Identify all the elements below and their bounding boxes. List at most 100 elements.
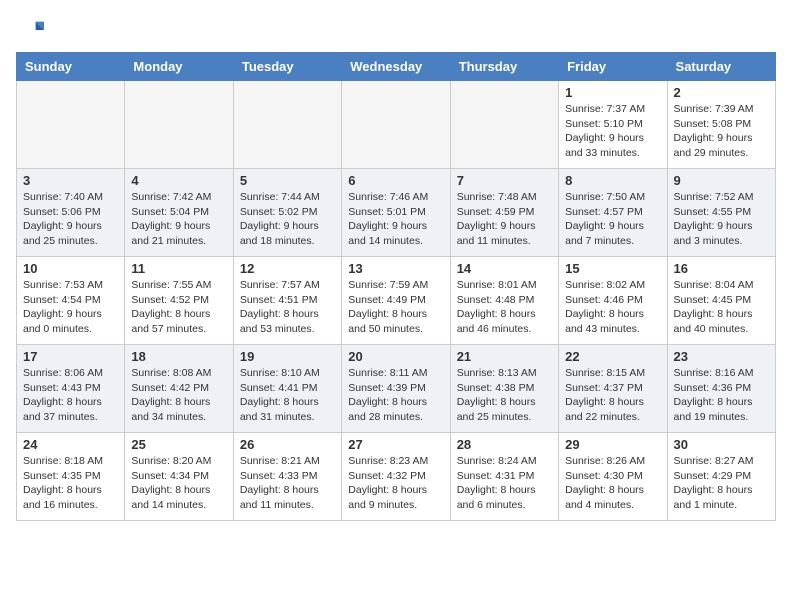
day-number: 18 — [131, 349, 226, 364]
calendar-cell: 24 Sunrise: 8:18 AM Sunset: 4:35 PM Dayli… — [17, 433, 125, 521]
day-info: Sunrise: 8:24 AM Sunset: 4:31 PM Dayligh… — [457, 454, 552, 513]
day-number: 7 — [457, 173, 552, 188]
calendar-cell: 8 Sunrise: 7:50 AM Sunset: 4:57 PM Daylig… — [559, 169, 667, 257]
calendar-cell: 29 Sunrise: 8:26 AM Sunset: 4:30 PM Dayli… — [559, 433, 667, 521]
calendar-cell — [233, 81, 341, 169]
calendar-cell: 22 Sunrise: 8:15 AM Sunset: 4:37 PM Dayli… — [559, 345, 667, 433]
calendar-cell: 12 Sunrise: 7:57 AM Sunset: 4:51 PM Dayli… — [233, 257, 341, 345]
day-info: Sunrise: 8:18 AM Sunset: 4:35 PM Dayligh… — [23, 454, 118, 513]
day-info: Sunrise: 7:40 AM Sunset: 5:06 PM Dayligh… — [23, 190, 118, 249]
day-number: 24 — [23, 437, 118, 452]
day-number: 3 — [23, 173, 118, 188]
weekday-header-friday: Friday — [559, 53, 667, 81]
day-number: 25 — [131, 437, 226, 452]
day-number: 15 — [565, 261, 660, 276]
day-info: Sunrise: 8:21 AM Sunset: 4:33 PM Dayligh… — [240, 454, 335, 513]
day-number: 28 — [457, 437, 552, 452]
day-info: Sunrise: 8:26 AM Sunset: 4:30 PM Dayligh… — [565, 454, 660, 513]
day-info: Sunrise: 7:48 AM Sunset: 4:59 PM Dayligh… — [457, 190, 552, 249]
calendar-cell: 30Sunrise: 8:27 AM Sunset: 4:29 PM Dayli… — [667, 433, 775, 521]
calendar-cell — [17, 81, 125, 169]
calendar-cell: 20 Sunrise: 8:11 AM Sunset: 4:39 PM Dayli… — [342, 345, 450, 433]
day-info: Sunrise: 8:16 AM Sunset: 4:36 PM Dayligh… — [674, 366, 769, 425]
calendar-cell: 18Sunrise: 8:08 AM Sunset: 4:42 PM Dayli… — [125, 345, 233, 433]
logo — [16, 16, 48, 44]
day-info: Sunrise: 8:23 AM Sunset: 4:32 PM Dayligh… — [348, 454, 443, 513]
day-info: Sunrise: 8:13 AM Sunset: 4:38 PM Dayligh… — [457, 366, 552, 425]
logo-icon — [16, 16, 44, 44]
calendar-cell: 15 Sunrise: 8:02 AM Sunset: 4:46 PM Dayli… — [559, 257, 667, 345]
day-number: 17 — [23, 349, 118, 364]
day-info: Sunrise: 8:06 AM Sunset: 4:43 PM Dayligh… — [23, 366, 118, 425]
day-number: 12 — [240, 261, 335, 276]
day-number: 19 — [240, 349, 335, 364]
day-number: 8 — [565, 173, 660, 188]
calendar-cell: 9Sunrise: 7:52 AM Sunset: 4:55 PM Daylig… — [667, 169, 775, 257]
calendar-cell — [342, 81, 450, 169]
calendar-cell: 17 Sunrise: 8:06 AM Sunset: 4:43 PM Dayli… — [17, 345, 125, 433]
day-info: Sunrise: 7:37 AM Sunset: 5:10 PM Dayligh… — [565, 102, 660, 161]
calendar-cell: 16 Sunrise: 8:04 AM Sunset: 4:45 PM Dayli… — [667, 257, 775, 345]
calendar-cell: 27 Sunrise: 8:23 AM Sunset: 4:32 PM Dayli… — [342, 433, 450, 521]
calendar-cell — [125, 81, 233, 169]
day-number: 5 — [240, 173, 335, 188]
day-number: 6 — [348, 173, 443, 188]
day-number: 14 — [457, 261, 552, 276]
day-info: Sunrise: 7:55 AM Sunset: 4:52 PM Dayligh… — [131, 278, 226, 337]
day-info: Sunrise: 8:15 AM Sunset: 4:37 PM Dayligh… — [565, 366, 660, 425]
calendar-cell: 25 Sunrise: 8:20 AM Sunset: 4:34 PM Dayli… — [125, 433, 233, 521]
weekday-header-row: SundayMondayTuesdayWednesdayThursdayFrid… — [17, 53, 776, 81]
day-info: Sunrise: 8:02 AM Sunset: 4:46 PM Dayligh… — [565, 278, 660, 337]
weekday-header-tuesday: Tuesday — [233, 53, 341, 81]
day-info: Sunrise: 8:11 AM Sunset: 4:39 PM Dayligh… — [348, 366, 443, 425]
weekday-header-saturday: Saturday — [667, 53, 775, 81]
calendar-cell: 13 Sunrise: 7:59 AM Sunset: 4:49 PM Dayli… — [342, 257, 450, 345]
calendar-cell: 23Sunrise: 8:16 AM Sunset: 4:36 PM Dayli… — [667, 345, 775, 433]
day-number: 22 — [565, 349, 660, 364]
week-row-2: 3 Sunrise: 7:40 AM Sunset: 5:06 PM Daylig… — [17, 169, 776, 257]
day-number: 2 — [674, 85, 769, 100]
day-number: 1 — [565, 85, 660, 100]
calendar-cell: 3 Sunrise: 7:40 AM Sunset: 5:06 PM Daylig… — [17, 169, 125, 257]
day-info: Sunrise: 8:20 AM Sunset: 4:34 PM Dayligh… — [131, 454, 226, 513]
calendar-cell: 19 Sunrise: 8:10 AM Sunset: 4:41 PM Dayli… — [233, 345, 341, 433]
calendar-table: SundayMondayTuesdayWednesdayThursdayFrid… — [16, 52, 776, 521]
day-number: 11 — [131, 261, 226, 276]
day-number: 4 — [131, 173, 226, 188]
week-row-5: 24 Sunrise: 8:18 AM Sunset: 4:35 PM Dayli… — [17, 433, 776, 521]
day-info: Sunrise: 7:59 AM Sunset: 4:49 PM Dayligh… — [348, 278, 443, 337]
calendar-cell: 26 Sunrise: 8:21 AM Sunset: 4:33 PM Dayli… — [233, 433, 341, 521]
weekday-header-monday: Monday — [125, 53, 233, 81]
day-info: Sunrise: 8:10 AM Sunset: 4:41 PM Dayligh… — [240, 366, 335, 425]
calendar-cell: 4 Sunrise: 7:42 AM Sunset: 5:04 PM Daylig… — [125, 169, 233, 257]
day-info: Sunrise: 7:50 AM Sunset: 4:57 PM Dayligh… — [565, 190, 660, 249]
day-number: 16 — [674, 261, 769, 276]
calendar-cell: 21 Sunrise: 8:13 AM Sunset: 4:38 PM Dayli… — [450, 345, 558, 433]
week-row-4: 17 Sunrise: 8:06 AM Sunset: 4:43 PM Dayli… — [17, 345, 776, 433]
day-info: Sunrise: 8:01 AM Sunset: 4:48 PM Dayligh… — [457, 278, 552, 337]
day-info: Sunrise: 7:53 AM Sunset: 4:54 PM Dayligh… — [23, 278, 118, 337]
day-number: 9 — [674, 173, 769, 188]
day-info: Sunrise: 7:39 AM Sunset: 5:08 PM Dayligh… — [674, 102, 769, 161]
day-number: 20 — [348, 349, 443, 364]
day-info: Sunrise: 7:46 AM Sunset: 5:01 PM Dayligh… — [348, 190, 443, 249]
calendar-cell: 14 Sunrise: 8:01 AM Sunset: 4:48 PM Dayli… — [450, 257, 558, 345]
weekday-header-thursday: Thursday — [450, 53, 558, 81]
day-info: Sunrise: 7:42 AM Sunset: 5:04 PM Dayligh… — [131, 190, 226, 249]
day-number: 21 — [457, 349, 552, 364]
day-number: 30 — [674, 437, 769, 452]
day-number: 10 — [23, 261, 118, 276]
day-number: 26 — [240, 437, 335, 452]
day-number: 13 — [348, 261, 443, 276]
day-info: Sunrise: 7:44 AM Sunset: 5:02 PM Dayligh… — [240, 190, 335, 249]
day-number: 27 — [348, 437, 443, 452]
header — [16, 16, 776, 44]
calendar-cell: 2 Sunrise: 7:39 AM Sunset: 5:08 PM Daylig… — [667, 81, 775, 169]
calendar-cell: 10 Sunrise: 7:53 AM Sunset: 4:54 PM Dayli… — [17, 257, 125, 345]
day-info: Sunrise: 7:57 AM Sunset: 4:51 PM Dayligh… — [240, 278, 335, 337]
calendar-cell: 28 Sunrise: 8:24 AM Sunset: 4:31 PM Dayli… — [450, 433, 558, 521]
calendar-cell: 6 Sunrise: 7:46 AM Sunset: 5:01 PM Daylig… — [342, 169, 450, 257]
week-row-1: 1 Sunrise: 7:37 AM Sunset: 5:10 PM Daylig… — [17, 81, 776, 169]
day-number: 29 — [565, 437, 660, 452]
day-info: Sunrise: 8:04 AM Sunset: 4:45 PM Dayligh… — [674, 278, 769, 337]
